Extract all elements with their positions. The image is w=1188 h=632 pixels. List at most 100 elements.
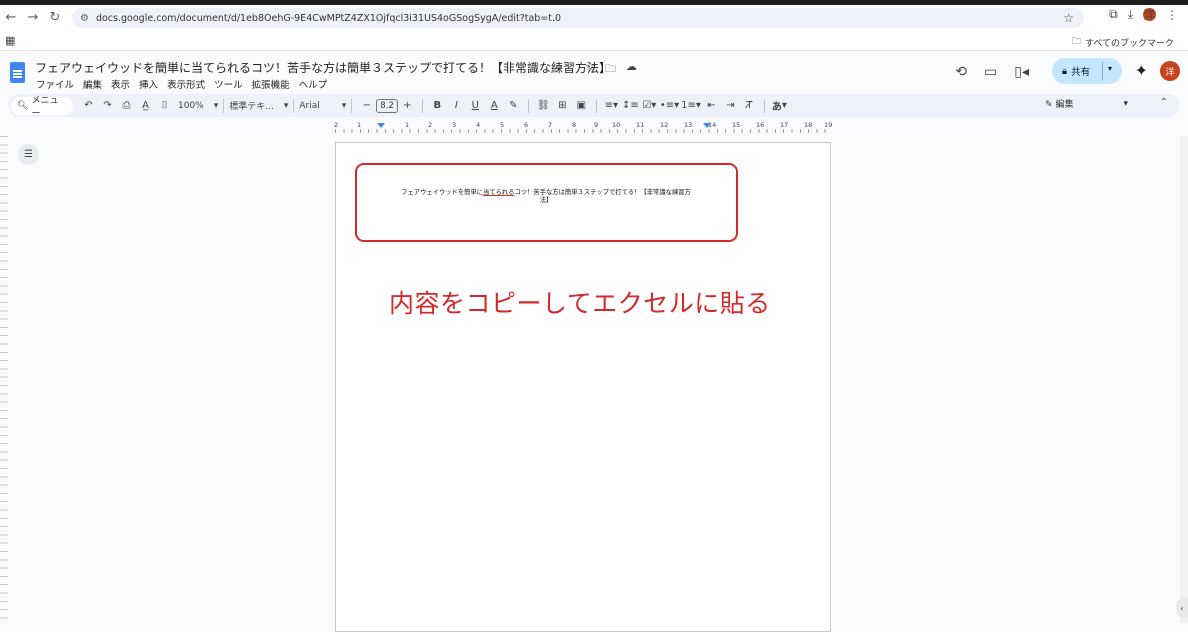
menu-search[interactable]: 🔍︎ メニュー <box>11 96 73 119</box>
menu-format[interactable]: 表示形式 <box>167 77 205 91</box>
menu-insert[interactable]: 挿入 <box>139 77 158 91</box>
left-indent-marker[interactable] <box>377 123 385 128</box>
redo-icon[interactable]: ↷ <box>99 97 116 115</box>
menu-view[interactable]: 表示 <box>111 77 130 91</box>
star-icon[interactable]: ☆ <box>585 60 595 79</box>
editing-mode-select[interactable]: ✎ 編集 ▾ <box>1045 97 1128 111</box>
ruler-ticks <box>335 129 831 133</box>
share-label: 共有 <box>1071 67 1091 78</box>
pencil-icon: ✎ <box>1045 100 1056 110</box>
decrease-indent-icon[interactable]: ⇤ <box>703 97 720 115</box>
formatting-toolbar: 🔍︎ メニュー ↶ ↷ ⎙ A̲ ⌷ 100% ▾ 標準テキ... ▾ Aria… <box>8 94 1180 119</box>
vertical-ruler[interactable] <box>0 136 8 623</box>
chevron-down-icon: ▾ <box>341 100 347 111</box>
divider <box>595 98 597 113</box>
extensions-icon[interactable]: ⧉ <box>1109 7 1118 22</box>
highlight-annotation-box <box>355 163 738 242</box>
font-size-field[interactable]: 8.2 <box>376 98 398 113</box>
browser-menu-icon[interactable]: ⋮ <box>1166 8 1178 22</box>
bulleted-list-icon[interactable]: •≡▾ <box>660 97 679 115</box>
add-comment-icon[interactable]: ⊞ <box>554 97 571 115</box>
horizontal-ruler[interactable]: 2 1 1 2 3 4 5 6 7 8 9 10 11 12 13 14 15 … <box>334 120 833 135</box>
increase-font-size-icon[interactable]: + <box>399 97 416 115</box>
align-icon[interactable]: ≡▾ <box>603 97 620 115</box>
menu-edit[interactable]: 編集 <box>83 77 102 91</box>
menu-search-label: メニュー <box>31 95 59 119</box>
menu-extensions[interactable]: 拡張機能 <box>252 77 290 91</box>
account-avatar[interactable]: 洋 <box>1160 61 1180 81</box>
spellcheck-icon[interactable]: A̲ <box>137 97 154 115</box>
comments-icon[interactable]: ▭ <box>984 64 997 80</box>
ruler-number: 16 <box>756 121 765 129</box>
menu-tools[interactable]: ツール <box>214 77 243 91</box>
ruler-number: 3 <box>452 121 457 129</box>
vertical-scrollbar[interactable] <box>1180 136 1188 623</box>
ruler-number: 19 <box>824 121 833 129</box>
italic-icon[interactable]: I <box>448 97 465 115</box>
ruler-number: 9 <box>594 121 599 129</box>
zoom-select[interactable]: 100% ▾ <box>178 101 218 111</box>
menu-file[interactable]: ファイル <box>36 77 74 91</box>
divider <box>223 98 225 113</box>
undo-icon[interactable]: ↶ <box>80 97 97 115</box>
font-select[interactable]: Arial ▾ <box>299 101 346 111</box>
collapse-menus-icon[interactable]: ⌃ <box>1160 97 1168 108</box>
share-button[interactable]: 🔒︎ 共有 ▾ <box>1052 58 1122 84</box>
ruler-number: 11 <box>636 121 645 129</box>
share-divider <box>1102 62 1103 80</box>
url-text: docs.google.com/document/d/1eb8OehG-9E4C… <box>95 12 562 24</box>
site-info-icon[interactable]: ⚙ <box>80 13 89 24</box>
insert-image-icon[interactable]: ▣ <box>573 97 590 115</box>
ruler-number: 1 <box>357 121 362 129</box>
chevron-down-icon: ▾ <box>283 100 289 111</box>
divider <box>421 98 423 113</box>
input-tools-button[interactable]: あ ▾ <box>771 97 788 115</box>
highlight-icon[interactable]: ✎ <box>505 97 522 115</box>
print-icon[interactable]: ⎙ <box>118 97 135 115</box>
bold-icon[interactable]: B <box>429 97 446 115</box>
ruler-number: 8 <box>572 121 577 129</box>
side-panel-toggle-icon[interactable]: ‹ <box>1176 598 1188 618</box>
back-icon[interactable]: ← <box>0 7 22 29</box>
folder-icon: 🗀 <box>1071 37 1081 47</box>
ruler-number: 4 <box>476 121 481 129</box>
style-value: 標準テキ... <box>229 102 274 112</box>
numbered-list-icon[interactable]: 1≡▾ <box>681 97 701 115</box>
decrease-font-size-icon[interactable]: − <box>358 97 375 115</box>
paint-format-icon[interactable]: ⌷ <box>156 97 173 115</box>
all-bookmarks-button[interactable]: 🗀 すべてのブックマーク <box>1072 34 1174 50</box>
move-folder-icon[interactable]: 🗀 <box>605 60 616 79</box>
all-bookmarks-label: すべてのブックマーク <box>1084 38 1174 49</box>
docs-logo-icon[interactable] <box>10 62 25 83</box>
underline-icon[interactable]: U <box>467 97 484 115</box>
reload-icon[interactable]: ↻ <box>44 7 66 29</box>
bookmark-star-icon[interactable]: ☆ <box>1063 11 1074 25</box>
apps-grid-icon[interactable]: ▦ <box>5 34 15 47</box>
text-color-icon[interactable]: A <box>486 97 503 115</box>
meet-icon[interactable]: ▯◂ <box>1014 64 1029 80</box>
forward-icon[interactable]: → <box>22 7 44 29</box>
browser-actions: ⧉ ⤓ 洋 ⋮ <box>1109 7 1188 22</box>
url-field[interactable]: ⚙ docs.google.com/document/d/1eb8OehG-9E… <box>72 8 1084 28</box>
link-icon[interactable]: ⛓ <box>535 97 552 115</box>
share-dropdown-icon[interactable]: ▾ <box>1108 64 1112 73</box>
header-right-actions: 🔒︎ 共有 ▾ ✦ 洋 <box>1048 58 1188 86</box>
ruler-number: 18 <box>804 121 813 129</box>
ruler-number: 10 <box>612 121 621 129</box>
style-select[interactable]: 標準テキ... ▾ <box>229 99 289 113</box>
line-spacing-icon[interactable]: ↕≡ <box>622 97 639 115</box>
download-icon[interactable]: ⤓ <box>1128 7 1133 22</box>
browser-address-bar: ← → ↻ ⚙ docs.google.com/document/d/1eb8O… <box>0 5 1188 30</box>
gemini-icon[interactable]: ✦ <box>1135 61 1148 80</box>
document-outline-button[interactable]: ☰ <box>18 144 39 165</box>
cloud-status-icon[interactable]: ☁ <box>626 60 637 79</box>
input-mode-label: あ <box>771 102 782 113</box>
clear-formatting-icon[interactable]: T̸ <box>741 97 758 115</box>
version-history-icon[interactable]: ⟲ <box>955 64 967 80</box>
right-indent-marker[interactable] <box>703 123 711 128</box>
checklist-icon[interactable]: ☑▾ <box>641 97 658 115</box>
menu-help[interactable]: ヘルプ <box>299 77 328 91</box>
document-title[interactable]: フェアウェイウッドを簡単に当てられるコツ！苦手な方は簡単３ステップで打てる！【非… <box>35 59 611 76</box>
browser-profile-avatar[interactable]: 洋 <box>1143 8 1156 22</box>
increase-indent-icon[interactable]: ⇥ <box>722 97 739 115</box>
